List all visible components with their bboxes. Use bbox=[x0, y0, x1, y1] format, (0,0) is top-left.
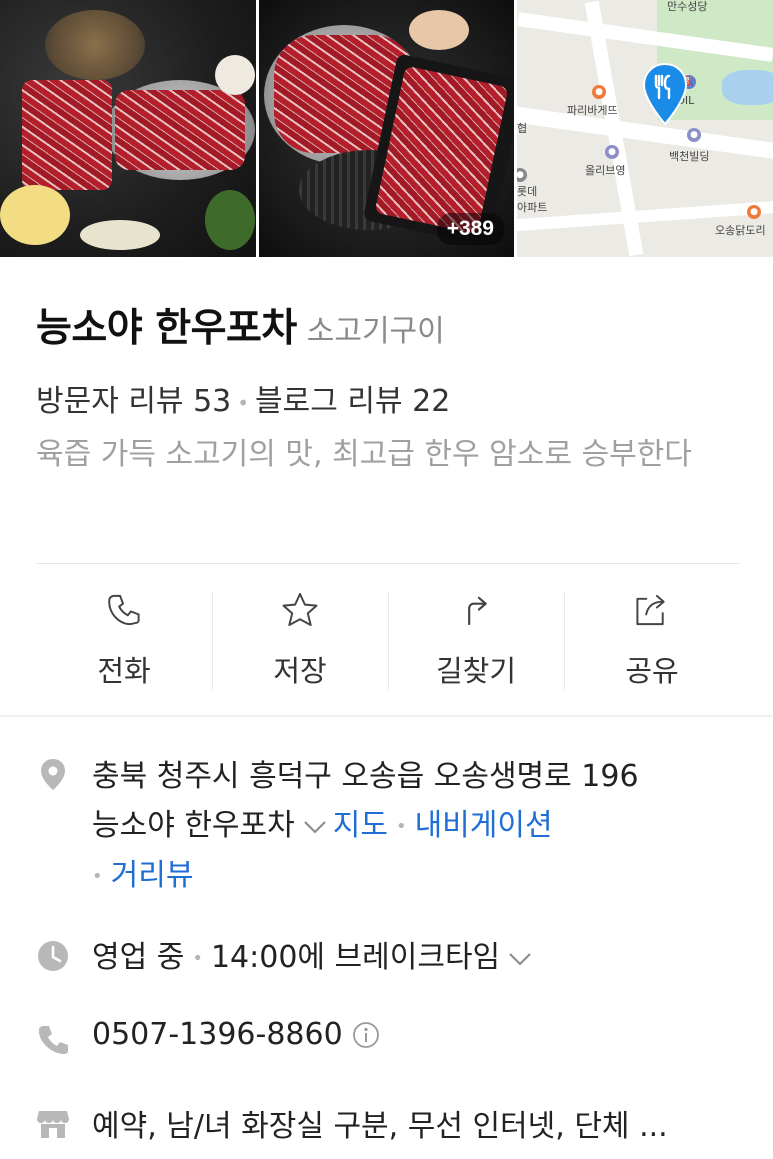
review-counts: 방문자 리뷰 53 • 블로그 리뷰 22 bbox=[36, 376, 450, 420]
place-description: 육즙 가득 소고기의 맛, 최고급 한우 암소로 승부한다 bbox=[36, 437, 692, 472]
info-icon[interactable] bbox=[351, 1020, 381, 1050]
separator-dot: • bbox=[395, 816, 407, 837]
share-button[interactable]: 공유 bbox=[564, 590, 740, 690]
phone-number[interactable]: 0507-1396-8860 bbox=[92, 1017, 343, 1052]
phone-icon bbox=[38, 1026, 68, 1054]
save-button[interactable]: 저장 bbox=[212, 590, 388, 690]
map-label-lotte: 롯데 bbox=[517, 185, 538, 198]
star-icon bbox=[282, 592, 318, 627]
map-thumbnail[interactable]: 만수성당 ● 파리바게뜨 ⛽ S-OIL 협 ● 올리브영 ● 백천빌딩 ● 롯… bbox=[517, 0, 773, 257]
directions-button[interactable]: 길찾기 bbox=[388, 590, 564, 690]
street-view-link[interactable]: 거리뷰 bbox=[111, 858, 194, 893]
map-label-baekcheon: 백천빌딩 bbox=[669, 150, 710, 163]
action-bar: 전화 저장 길찾기 공유 bbox=[36, 590, 740, 690]
apartment-icon: ● bbox=[517, 168, 527, 182]
facilities-list[interactable]: 예약, 남/녀 화장실 구분, 무선 인터넷, 단체 ... bbox=[92, 1101, 668, 1145]
food-photo-1[interactable] bbox=[0, 0, 256, 257]
bakery-icon: ● bbox=[592, 85, 606, 99]
location-icon bbox=[41, 759, 65, 790]
map-label-church: 만수성당 bbox=[667, 0, 708, 13]
map-link[interactable]: 지도 bbox=[333, 808, 388, 843]
share-icon bbox=[636, 594, 665, 626]
blog-reviews-link[interactable]: 블로그 리뷰 22 bbox=[255, 384, 450, 419]
place-name-dropdown[interactable]: 능소야 한우포차 bbox=[92, 808, 295, 843]
map-label-paris: 파리바게뜨 bbox=[567, 104, 618, 117]
place-category: 소고기구이 bbox=[306, 314, 445, 349]
phone-icon bbox=[108, 594, 140, 626]
map-label-oliveyoung: 올리브영 bbox=[585, 164, 626, 177]
share-label: 공유 bbox=[625, 654, 679, 688]
save-label: 저장 bbox=[273, 654, 327, 688]
map-label-chicken: 오송닭도리 bbox=[715, 224, 766, 237]
phone-row: 0507-1396-8860 bbox=[92, 1017, 381, 1052]
building-icon: ● bbox=[687, 128, 701, 142]
restaurant-icon: ● bbox=[747, 205, 761, 219]
more-photos-badge[interactable]: +389 bbox=[436, 213, 504, 245]
chevron-down-icon[interactable] bbox=[508, 952, 532, 966]
navigation-link[interactable]: 내비게이션 bbox=[415, 808, 553, 843]
store-icon bbox=[37, 1111, 69, 1138]
address-block: 충북 청주시 흥덕구 오송읍 오송생명로 196 능소야 한우포차 지도 • 내비게이… bbox=[92, 752, 752, 901]
food-photo-2[interactable]: +389 bbox=[259, 0, 514, 257]
map-label-hyeop: 협 bbox=[517, 122, 528, 135]
location-pin-icon bbox=[642, 62, 688, 126]
call-label: 전화 bbox=[97, 654, 151, 688]
directions-label: 길찾기 bbox=[435, 654, 517, 688]
separator-dot: • bbox=[192, 948, 203, 969]
place-name: 능소야 한우포차 bbox=[36, 306, 297, 351]
separator-dot: • bbox=[237, 390, 250, 415]
divider bbox=[0, 715, 773, 717]
call-button[interactable]: 전화 bbox=[36, 590, 212, 690]
photo-strip: +389 만수성당 ● 파리바게뜨 ⛽ S-OIL 협 ● 올리브영 ● 백천빌… bbox=[0, 0, 773, 257]
open-status: 영업 중 bbox=[92, 940, 185, 975]
separator-dot: • bbox=[92, 866, 103, 887]
directions-arrow-icon bbox=[468, 596, 487, 626]
shop-icon: ● bbox=[605, 145, 619, 159]
map-label-apt: 아파트 bbox=[517, 201, 548, 214]
clock-icon bbox=[38, 941, 68, 971]
visitor-reviews-link[interactable]: 방문자 리뷰 53 bbox=[36, 384, 231, 419]
address-line: 충북 청주시 흥덕구 오송읍 오송생명로 196 bbox=[92, 759, 639, 794]
business-hours[interactable]: 영업 중 • 14:00에 브레이크타임 bbox=[92, 932, 538, 976]
divider bbox=[36, 563, 740, 564]
chevron-down-icon[interactable] bbox=[303, 820, 327, 834]
title-row: 능소야 한우포차 소고기구이 bbox=[36, 297, 445, 353]
break-time: 14:00에 브레이크타임 bbox=[210, 940, 501, 975]
